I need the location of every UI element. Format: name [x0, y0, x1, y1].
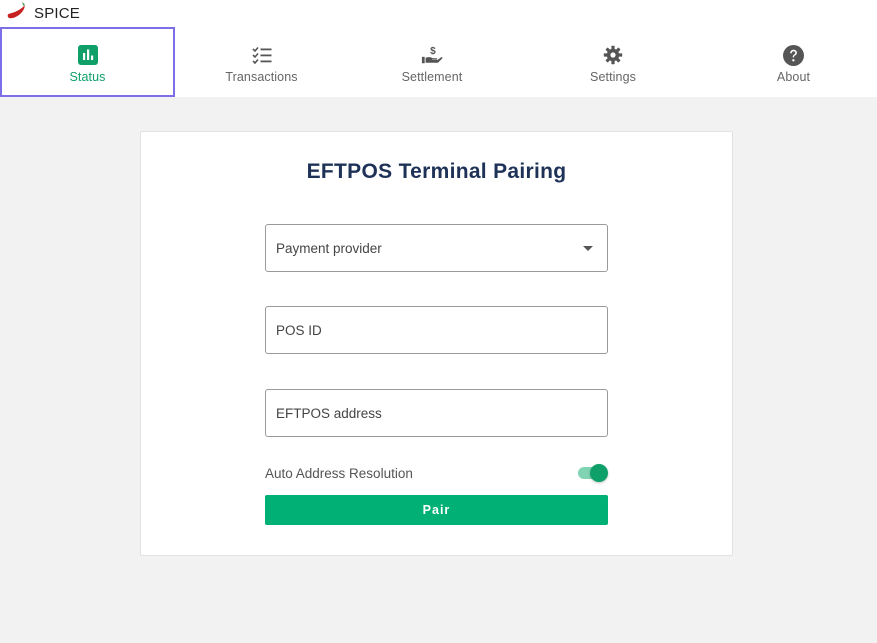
checklist-icon — [251, 44, 273, 66]
top-bar: SPICE Status Transactions $ Settlement S… — [0, 0, 877, 97]
bar-chart-icon — [77, 44, 99, 66]
help-circle-icon — [783, 44, 805, 66]
caret-down-icon — [583, 246, 593, 251]
tab-settlement[interactable]: $ Settlement — [348, 27, 516, 97]
pos-id-input[interactable] — [266, 307, 607, 353]
payment-provider-select[interactable]: Payment provider — [265, 224, 608, 272]
gear-icon — [602, 44, 624, 66]
tab-status-label: Status — [69, 70, 106, 84]
brand: SPICE — [6, 1, 81, 26]
brand-name: SPICE — [34, 4, 81, 22]
payment-provider-value: Payment provider — [276, 240, 382, 256]
main-nav: Status Transactions $ Settlement Setting… — [0, 27, 877, 97]
auto-address-label: Auto Address Resolution — [265, 465, 413, 481]
pos-id-field-box — [265, 306, 608, 354]
pairing-card: EFTPOS Terminal Pairing Payment provider… — [140, 131, 733, 556]
auto-address-row: Auto Address Resolution — [265, 462, 608, 484]
svg-text:$: $ — [430, 46, 436, 57]
tab-transactions[interactable]: Transactions — [175, 27, 348, 97]
tab-settings[interactable]: Settings — [516, 27, 710, 97]
tab-status[interactable]: Status — [0, 27, 175, 97]
toggle-thumb — [590, 464, 608, 482]
eftpos-address-field-box — [265, 389, 608, 437]
hand-dollar-icon: $ — [421, 44, 443, 66]
eftpos-address-input[interactable] — [266, 390, 607, 436]
chili-pepper-icon — [6, 1, 28, 26]
tab-about[interactable]: About — [710, 27, 877, 97]
tab-settings-label: Settings — [590, 70, 636, 84]
tab-transactions-label: Transactions — [225, 70, 298, 84]
tab-settlement-label: Settlement — [401, 70, 463, 84]
auto-address-toggle[interactable] — [578, 463, 608, 483]
page-title: EFTPOS Terminal Pairing — [306, 160, 567, 183]
tab-about-label: About — [776, 70, 811, 84]
pair-button[interactable]: Pair — [265, 495, 608, 525]
